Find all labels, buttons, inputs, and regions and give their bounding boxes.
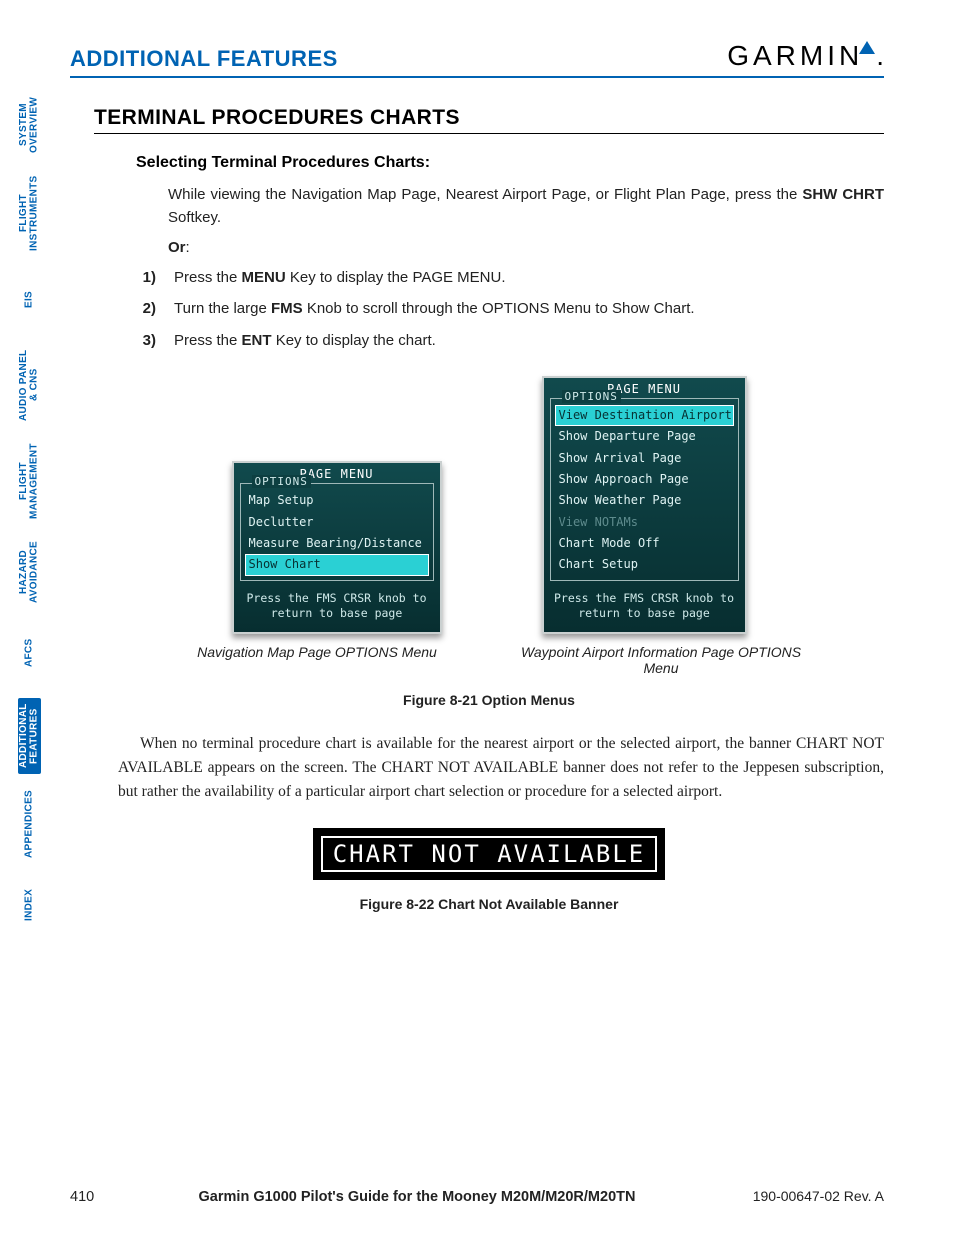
- menu-item[interactable]: Measure Bearing/Distance: [245, 533, 429, 554]
- tab-afcs[interactable]: AFCS: [18, 622, 41, 684]
- tab-audio-panel-cns[interactable]: AUDIO PANEL& CNS: [18, 344, 41, 426]
- footer-title: Garmin G1000 Pilot's Guide for the Moone…: [130, 1189, 704, 1205]
- tab-flight-instruments[interactable]: FLIGHTINSTRUMENTS: [18, 172, 41, 254]
- tab-index[interactable]: INDEX: [18, 874, 41, 936]
- step-2: 2) Turn the large FMS Knob to scroll thr…: [136, 297, 884, 320]
- chart-not-available-banner: CHART NOT AVAILABLE: [313, 828, 666, 880]
- main-content: TERMINAL PROCEDURES CHARTS Selecting Ter…: [94, 106, 884, 912]
- menu-hint: Press the FMS CRSR knob toreturn to base…: [234, 585, 440, 624]
- footer-revision: 190-00647-02 Rev. A: [704, 1188, 884, 1204]
- sidebar-tabs: SYSTEMOVERVIEW FLIGHTINSTRUMENTS EIS AUD…: [18, 92, 41, 936]
- figure-8-22-label: Figure 8-22 Chart Not Available Banner: [94, 896, 884, 912]
- step-3: 3) Press the ENT Key to display the char…: [136, 329, 884, 352]
- paragraph-chart-not-available: When no terminal procedure chart is avai…: [118, 732, 884, 804]
- menu-item-selected[interactable]: Show Chart: [245, 554, 429, 575]
- menu-item[interactable]: Show Arrival Page: [555, 448, 734, 469]
- caption-right: Waypoint Airport Information Page OPTION…: [511, 644, 811, 676]
- page-number: 410: [70, 1189, 130, 1205]
- tab-additional-features[interactable]: ADDITIONALFEATURES: [18, 698, 41, 774]
- tab-system-overview[interactable]: SYSTEMOVERVIEW: [18, 92, 41, 158]
- menu-item[interactable]: Show Approach Page: [555, 469, 734, 490]
- tab-hazard-avoidance[interactable]: HAZARDAVOIDANCE: [18, 536, 41, 608]
- menu-item[interactable]: Map Setup: [245, 490, 429, 511]
- heading-terminal-procedures: TERMINAL PROCEDURES CHARTS: [94, 106, 884, 134]
- or-line: Or:: [168, 239, 884, 256]
- steps-list: 1) Press the MENU Key to display the PAG…: [136, 266, 884, 352]
- tab-flight-management[interactable]: FLIGHTMANAGEMENT: [18, 440, 41, 522]
- tab-eis[interactable]: EIS: [18, 268, 41, 330]
- menu-item-selected[interactable]: View Destination Airport: [555, 405, 734, 426]
- menu-item[interactable]: Chart Mode Off: [555, 533, 734, 554]
- menu-item[interactable]: Chart Setup: [555, 554, 734, 575]
- page-footer: 410 Garmin G1000 Pilot's Guide for the M…: [70, 1188, 884, 1205]
- caption-left: Navigation Map Page OPTIONS Menu: [167, 644, 467, 676]
- menu-hint: Press the FMS CRSR knob toreturn to base…: [544, 585, 745, 624]
- banner-wrap: CHART NOT AVAILABLE: [94, 828, 884, 880]
- logo-triangle-icon: [859, 41, 875, 54]
- step-1: 1) Press the MENU Key to display the PAG…: [136, 266, 884, 289]
- page-header: ADDITIONAL FEATURES GARMIN .: [70, 40, 884, 78]
- waypoint-airport-options-menu: PAGE MENU OPTIONS View Destination Airpo…: [542, 376, 747, 634]
- menu-item-disabled: View NOTAMs: [555, 512, 734, 533]
- garmin-logo: GARMIN .: [727, 40, 884, 72]
- menu-item[interactable]: Show Departure Page: [555, 426, 734, 447]
- menu-captions: Navigation Map Page OPTIONS Menu Waypoin…: [94, 644, 884, 676]
- menu-item[interactable]: Show Weather Page: [555, 490, 734, 511]
- menu-item[interactable]: Declutter: [245, 512, 429, 533]
- nav-map-options-menu: PAGE MENU OPTIONS Map Setup Declutter Me…: [232, 461, 442, 634]
- figure-8-21-label: Figure 8-21 Option Menus: [94, 692, 884, 708]
- option-menus-row: PAGE MENU OPTIONS Map Setup Declutter Me…: [94, 376, 884, 634]
- tab-appendices[interactable]: APPENDICES: [18, 788, 41, 860]
- intro-paragraph: While viewing the Navigation Map Page, N…: [168, 184, 884, 229]
- section-title: ADDITIONAL FEATURES: [70, 46, 338, 72]
- subheading-selecting: Selecting Terminal Procedures Charts:: [136, 154, 884, 172]
